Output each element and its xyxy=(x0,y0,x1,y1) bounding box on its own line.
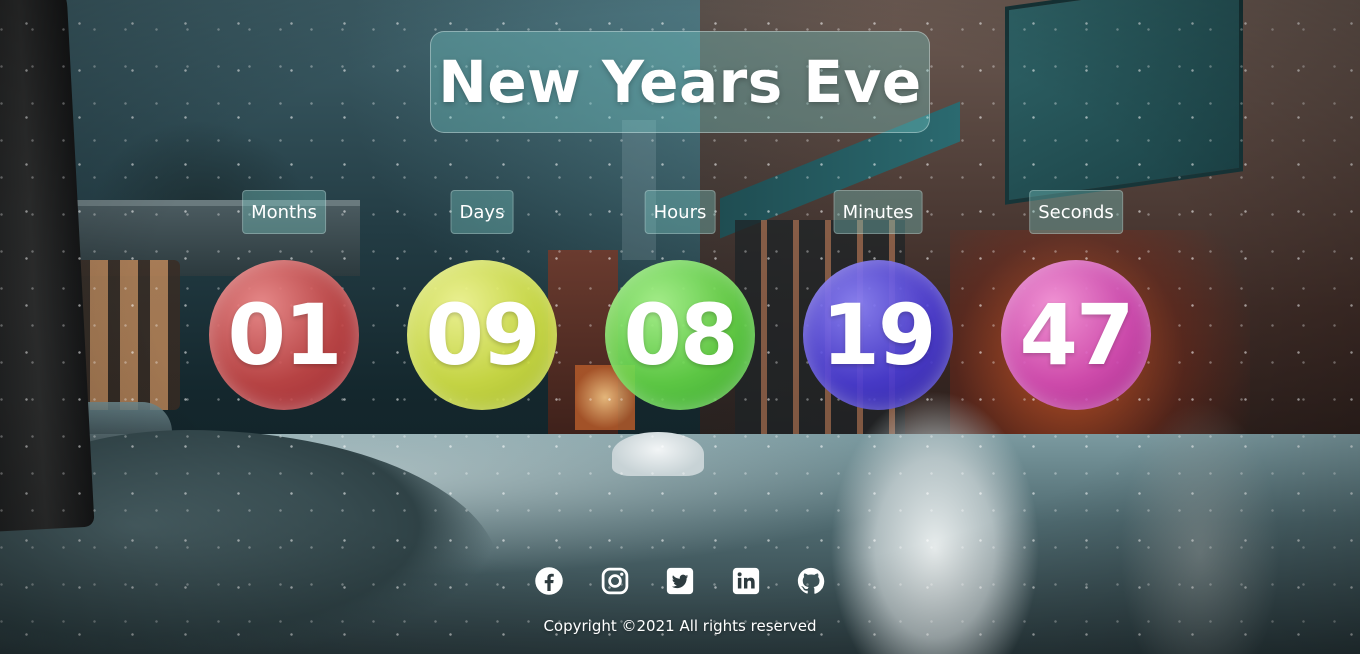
copyright-text: Copyright ©2021 All rights reserved xyxy=(543,617,817,635)
countdown-months: Months 01 xyxy=(209,0,359,420)
months-label: Months xyxy=(242,190,326,234)
linkedin-link[interactable] xyxy=(729,564,763,598)
social-links xyxy=(532,561,828,601)
minutes-label: Minutes xyxy=(833,190,923,234)
github-link[interactable] xyxy=(794,564,828,598)
countdown-seconds: Seconds 47 xyxy=(1001,0,1151,420)
days-label: Days xyxy=(450,190,514,234)
countdown-days: Days 09 xyxy=(407,0,557,420)
seconds-label: Seconds xyxy=(1029,190,1123,234)
months-circle: 01 xyxy=(209,260,359,410)
facebook-icon xyxy=(535,567,563,595)
months-value: 01 xyxy=(227,286,343,384)
days-circle: 09 xyxy=(407,260,557,410)
days-value: 09 xyxy=(425,286,541,384)
countdown-hours: Hours 08 xyxy=(605,0,755,420)
instagram-icon xyxy=(601,567,628,595)
minutes-circle: 19 xyxy=(803,260,953,410)
twitter-link[interactable] xyxy=(663,564,697,598)
hours-value: 08 xyxy=(623,286,739,384)
instagram-link[interactable] xyxy=(598,564,632,598)
hours-circle: 08 xyxy=(605,260,755,410)
seconds-circle: 47 xyxy=(1001,260,1151,410)
hours-label: Hours xyxy=(644,190,716,234)
twitter-icon xyxy=(666,567,694,595)
linkedin-icon xyxy=(732,567,759,595)
github-icon xyxy=(797,567,825,594)
minutes-value: 19 xyxy=(821,286,937,384)
countdown-minutes: Minutes 19 xyxy=(803,0,953,420)
seconds-value: 47 xyxy=(1019,286,1135,384)
facebook-link[interactable] xyxy=(532,564,566,598)
